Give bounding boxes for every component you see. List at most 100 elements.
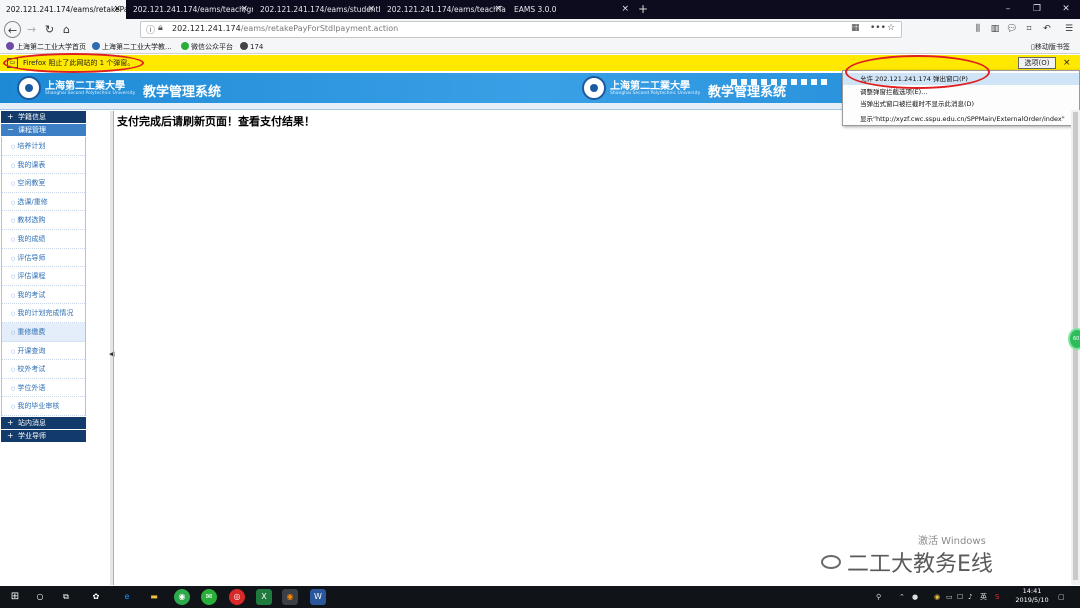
volume-icon[interactable]: ♪ bbox=[968, 591, 972, 603]
browser-360-icon[interactable]: ◉ bbox=[174, 589, 190, 605]
forward-icon[interactable]: → bbox=[23, 21, 40, 38]
close-icon[interactable]: × bbox=[240, 0, 248, 19]
new-tab-button[interactable]: + bbox=[636, 0, 650, 19]
menu-item-course-query[interactable]: ○ 开课查询 bbox=[2, 342, 85, 361]
bookmark-sspu-academic[interactable]: 上海第二工业大学教... bbox=[92, 41, 172, 53]
reader-mode-icon[interactable]: ▦ bbox=[851, 23, 860, 33]
menu-item-plan-completion[interactable]: ○ 我的计划完成情况 bbox=[2, 304, 85, 323]
bullet-icon: ○ bbox=[11, 162, 16, 169]
close-icon[interactable]: × bbox=[621, 0, 629, 19]
close-icon[interactable]: × bbox=[1063, 56, 1071, 70]
banner-decoration bbox=[731, 78, 831, 87]
url-bar[interactable]: ⓘ 🔒︎ 202.121.241.174/eams/retakePayForSt… bbox=[140, 21, 902, 38]
section-label: 学业导师 bbox=[18, 431, 46, 440]
action-center-icon[interactable]: ▢ bbox=[1058, 591, 1065, 603]
bullet-icon: ○ bbox=[11, 181, 16, 188]
tab-label: 202.121.241.174/eams/teachTa bbox=[387, 5, 506, 14]
search-icon[interactable]: ○ bbox=[32, 589, 48, 605]
sidebar-icon[interactable]: ▥ bbox=[988, 22, 1002, 36]
windows-start-icon[interactable]: ⊞ bbox=[7, 589, 23, 605]
tray-app-icon[interactable]: ◉ bbox=[934, 591, 940, 603]
url-path: /eams/retakePayForStdlpayment.action bbox=[240, 24, 399, 33]
file-explorer-icon[interactable]: ▬ bbox=[146, 589, 162, 605]
edge-icon[interactable]: e bbox=[119, 589, 135, 605]
bookmark-label: 微信公众平台 bbox=[191, 43, 233, 51]
menu-section-academic-advisor[interactable]: + 学业导师 bbox=[1, 429, 86, 442]
section-label: 课程管理 bbox=[18, 126, 46, 134]
people-icon[interactable]: ⚲ bbox=[876, 591, 881, 603]
menu-section-messages[interactable]: + 站内消息 bbox=[1, 416, 86, 429]
tab-label: 202.121.241.174/eams/teach/gr bbox=[133, 5, 253, 14]
menu-item-evaluate-course[interactable]: ○ 评估课程 bbox=[2, 267, 85, 286]
mobile-bookmarks[interactable]: ▯移动版书签 bbox=[1031, 41, 1070, 53]
firefox-icon[interactable]: ◉ bbox=[282, 589, 298, 605]
crop-icon[interactable]: ⌗ bbox=[1022, 22, 1036, 36]
menu-show-popup[interactable]: 显示"http://xyzf.cwc.sspu.edu.cn/SPPMain/E… bbox=[843, 113, 1079, 125]
bookmark-star-icon[interactable]: ☆ bbox=[887, 23, 895, 33]
notification-dot-icon[interactable]: ● bbox=[912, 591, 918, 603]
close-icon[interactable]: × bbox=[367, 0, 375, 19]
tab-student[interactable]: 202.121.241.174/eams/studentIc × bbox=[254, 0, 380, 19]
course-submenu: ○ 培养计划 ○ 我的课表 ○ 空闲教室 ○ 选课/重修 ○ 教材选购 ○ 我的成绩 ○ 评估… bbox=[1, 137, 86, 416]
info-icon[interactable]: ⓘ bbox=[146, 23, 155, 36]
menu-dont-show[interactable]: 当弹出式窗口被拦截时不显示此消息(D) bbox=[843, 98, 1079, 110]
wechat-icon[interactable]: ✉ bbox=[201, 589, 217, 605]
menu-item-course-selection[interactable]: ○ 选课/重修 bbox=[2, 193, 85, 212]
menu-item-free-classroom[interactable]: ○ 空闲教室 bbox=[2, 174, 85, 193]
clock-date: 2019/5/10 bbox=[1015, 596, 1049, 604]
tray-expand-icon[interactable]: ⌃ bbox=[899, 591, 905, 603]
home-icon[interactable]: ⌂ bbox=[58, 21, 75, 38]
lock-icon[interactable]: 🔒︎ bbox=[158, 23, 163, 33]
page-actions-icon[interactable]: ••• bbox=[870, 23, 886, 33]
music-icon[interactable]: ◎ bbox=[229, 589, 245, 605]
restore-icon[interactable]: ❐ bbox=[1023, 0, 1051, 19]
menu-item-graduation-audit[interactable]: ○ 我的毕业审核 bbox=[2, 397, 85, 416]
back-icon[interactable]: ← bbox=[4, 21, 21, 38]
bullet-icon: ○ bbox=[11, 348, 16, 355]
tab-teach-grade[interactable]: 202.121.241.174/eams/teach/gr × bbox=[127, 0, 253, 19]
minimize-icon[interactable]: – bbox=[994, 0, 1022, 19]
excel-icon[interactable]: X bbox=[256, 589, 272, 605]
floating-widget-icon[interactable]: 60 bbox=[1068, 328, 1080, 350]
hamburger-menu-icon[interactable]: ☰ bbox=[1062, 22, 1076, 36]
ime-indicator[interactable]: 英 bbox=[980, 591, 987, 603]
chat-icon[interactable]: 💬︎ bbox=[1005, 22, 1019, 36]
library-icon[interactable]: ⫼ bbox=[971, 22, 985, 36]
word-icon[interactable]: W bbox=[310, 589, 326, 605]
menu-item-training-plan[interactable]: ○ 培养计划 bbox=[2, 137, 85, 156]
undo-icon[interactable]: ↶ bbox=[1040, 22, 1054, 36]
menu-item-retake-payment[interactable]: ○ 重修缴费 bbox=[2, 322, 85, 342]
tab-retake-pay[interactable]: 202.121.241.174/eams/retakePa × bbox=[0, 0, 126, 19]
tab-teach-task[interactable]: 202.121.241.174/eams/teachTa × bbox=[381, 0, 507, 19]
close-icon[interactable]: × bbox=[494, 0, 502, 19]
taskbar-clock[interactable]: 14:41 2019/5/10 bbox=[1013, 587, 1051, 605]
menu-item-external-exams[interactable]: ○ 校外考试 bbox=[2, 360, 85, 379]
bookmark-174[interactable]: 174 bbox=[240, 41, 263, 53]
menu-popup-settings[interactable]: 调整弹窗拦截选项(E)... bbox=[843, 86, 1079, 98]
bookmark-sspu-home[interactable]: 上海第二工业大学首页 bbox=[6, 41, 86, 53]
menu-section-student-info[interactable]: + 学籍信息 bbox=[1, 111, 86, 123]
battery-icon[interactable]: ▭ bbox=[946, 591, 953, 603]
close-icon[interactable]: × bbox=[113, 0, 121, 19]
url-text[interactable]: 202.121.241.174/eams/retakePayForStdlpay… bbox=[172, 24, 398, 33]
menu-item-textbooks[interactable]: ○ 教材选购 bbox=[2, 211, 85, 230]
bookmark-wechat[interactable]: 微信公众平台 bbox=[181, 41, 233, 53]
menu-item-label: 教材选购 bbox=[17, 216, 46, 225]
menu-item-my-timetable[interactable]: ○ 我的课表 bbox=[2, 156, 85, 175]
university-name-en: Shanghai Second Polytechnic University bbox=[45, 91, 136, 96]
reload-icon[interactable]: ↻ bbox=[41, 21, 58, 38]
menu-item-degree-language[interactable]: ○ 学位外语 bbox=[2, 379, 85, 398]
task-view-icon[interactable]: ⧉ bbox=[58, 589, 74, 605]
options-button[interactable]: 选项(O) bbox=[1018, 57, 1056, 69]
app-icon[interactable]: ✿ bbox=[88, 589, 104, 605]
menu-section-course-management[interactable]: − 课程管理 bbox=[1, 124, 86, 136]
menu-item-my-grades[interactable]: ○ 我的成绩 bbox=[2, 230, 85, 249]
network-icon[interactable]: ☐ bbox=[957, 591, 963, 603]
tab-eams[interactable]: EAMS 3.0.0 × bbox=[508, 0, 634, 19]
menu-item-my-exams[interactable]: ○ 我的考试 bbox=[2, 286, 85, 305]
university-name: 上海第二工業大學 bbox=[45, 81, 125, 92]
payment-message: 支付完成后请刷新页面！查看支付结果！ bbox=[117, 115, 315, 128]
window-close-icon[interactable]: ✕ bbox=[1052, 0, 1080, 19]
antivirus-icon[interactable]: S bbox=[995, 591, 999, 603]
menu-item-evaluate-tutor[interactable]: ○ 评估导师 bbox=[2, 249, 85, 268]
